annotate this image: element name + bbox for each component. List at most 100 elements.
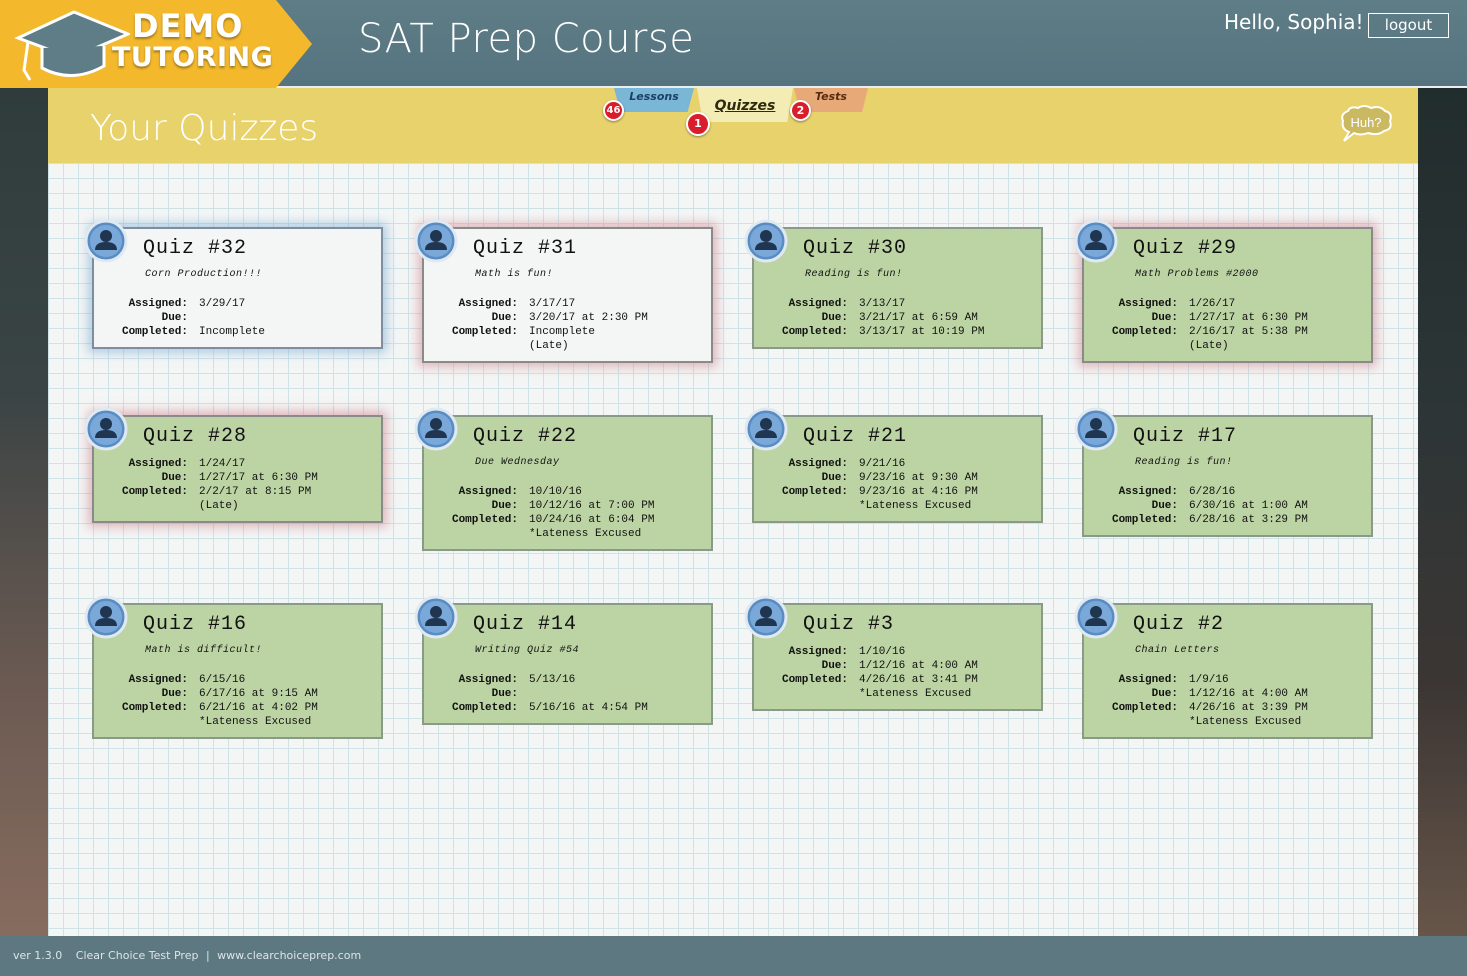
quiz-card[interactable]: Quiz #17 Reading is fun! Assigned: 6/28/1…	[1074, 407, 1373, 537]
assigned-value: 3/13/17	[859, 298, 906, 310]
due-value: 6/17/16 at 9:15 AM	[199, 688, 318, 700]
quiz-details: Assigned: 1/9/16 Due: 1/12/16 at 4:00 AM C…	[1084, 673, 1308, 729]
quiz-details: Assigned: 3/29/17 Due: Completed: Incomple…	[94, 297, 265, 339]
quiz-title: Quiz #17	[1133, 425, 1238, 448]
quiz-card[interactable]: Quiz #30 Reading is fun! Assigned: 3/13/1…	[744, 219, 1043, 349]
tab-quizzes[interactable]: Quizzes	[697, 88, 793, 122]
quiz-note: (Late)	[529, 340, 569, 352]
footer-separator: |	[205, 949, 210, 962]
quiz-card[interactable]: Quiz #22 Due Wednesday Assigned: 10/10/16…	[414, 407, 713, 551]
quiz-note: *Lateness Excused	[1189, 716, 1302, 728]
due-value: 1/27/17 at 6:30 PM	[199, 472, 318, 484]
student-avatar-icon	[84, 595, 128, 639]
student-avatar-icon	[744, 595, 788, 639]
user-greeting: Hello, Sophia!	[1224, 10, 1364, 34]
student-avatar-icon	[1074, 595, 1118, 639]
quiz-subtitle: Due Wednesday	[475, 457, 560, 468]
completed-label: Completed:	[451, 514, 518, 526]
logout-button[interactable]: logout	[1368, 13, 1449, 38]
tests-count-badge: 2	[790, 100, 811, 121]
student-avatar-icon	[84, 407, 128, 451]
quiz-title: Quiz #3	[803, 613, 895, 636]
due-value: 1/27/17 at 6:30 PM	[1189, 312, 1308, 324]
student-avatar-icon	[414, 407, 458, 451]
assigned-label: Assigned:	[1118, 486, 1178, 498]
quiz-card[interactable]: Quiz #31 Math is fun! Assigned: 3/17/17 D…	[414, 219, 713, 363]
footer-company: Clear Choice Test Prep	[75, 949, 199, 962]
assigned-label: Assigned:	[458, 674, 518, 686]
quiz-title: Quiz #2	[1133, 613, 1225, 636]
footer-website-link[interactable]: www.clearchoiceprep.com	[217, 949, 361, 962]
quiz-subtitle: Reading is fun!	[805, 269, 903, 280]
quiz-title: Quiz #28	[143, 425, 248, 448]
quiz-subtitle: Math Problems #2000	[1135, 269, 1259, 280]
quiz-card[interactable]: Quiz #2 Chain Letters Assigned: 1/9/16 Du…	[1074, 595, 1373, 739]
assigned-value: 9/21/16	[859, 458, 906, 470]
due-label: Due:	[1151, 500, 1178, 512]
completed-value: 3/13/17 at 10:19 PM	[859, 326, 985, 338]
due-label: Due:	[491, 500, 518, 512]
due-label: Due:	[1151, 688, 1178, 700]
assigned-label: Assigned:	[1118, 674, 1178, 686]
completed-label: Completed:	[121, 702, 188, 714]
quiz-subtitle: Writing Quiz #54	[475, 645, 580, 656]
quiz-title: Quiz #29	[1133, 237, 1238, 260]
quiz-card[interactable]: Quiz #32 Corn Production!!! Assigned: 3/2…	[84, 219, 383, 349]
quiz-subtitle: Reading is fun!	[1135, 457, 1233, 468]
background-right	[1418, 0, 1467, 976]
quiz-card[interactable]: Quiz #21 Assigned: 9/21/16 Due: 9/23/16 at…	[744, 407, 1043, 523]
quiz-card[interactable]: Quiz #29 Math Problems #2000 Assigned: 1/…	[1074, 219, 1373, 363]
assigned-value: 1/9/16	[1189, 674, 1229, 686]
completed-label: Completed:	[781, 486, 848, 498]
quiz-note: (Late)	[1189, 340, 1229, 352]
quiz-title: Quiz #31	[473, 237, 578, 260]
completed-label: Completed:	[781, 674, 848, 686]
assigned-label: Assigned:	[788, 458, 848, 470]
assigned-label: Assigned:	[128, 674, 188, 686]
quiz-title: Quiz #30	[803, 237, 908, 260]
quiz-details: Assigned: 1/24/17 Due: 1/27/17 at 6:30 PM …	[94, 457, 318, 513]
due-value: 6/30/16 at 1:00 AM	[1189, 500, 1308, 512]
quiz-card[interactable]: Quiz #14 Writing Quiz #54 Assigned: 5/13/…	[414, 595, 713, 725]
due-value: 3/21/17 at 6:59 AM	[859, 312, 978, 324]
completed-label: Completed:	[1111, 514, 1178, 526]
quiz-card[interactable]: Quiz #3 Assigned: 1/10/16 Due: 1/12/16 at …	[744, 595, 1043, 711]
logo-wordmark: DEMO TUTORING	[112, 10, 273, 74]
logo-line2: TUTORING	[112, 42, 274, 73]
completed-value: Incomplete	[529, 326, 596, 338]
lessons-count-badge: 46	[603, 100, 624, 121]
completed-value: 10/24/16 at 6:04 PM	[529, 514, 655, 526]
due-label: Due:	[821, 312, 848, 324]
brand-logo[interactable]: DEMO TUTORING	[0, 0, 312, 88]
assigned-label: Assigned:	[788, 646, 848, 658]
completed-value: 9/23/16 at 4:16 PM	[859, 486, 978, 498]
due-label: Due:	[161, 688, 188, 700]
assigned-value: 1/10/16	[859, 646, 906, 658]
quiz-subtitle: Math is fun!	[475, 269, 554, 280]
quiz-card[interactable]: Quiz #28 Assigned: 1/24/17 Due: 1/27/17 at…	[84, 407, 383, 523]
due-label: Due:	[161, 312, 188, 324]
tab-lessons[interactable]: Lessons	[614, 88, 694, 112]
completed-label: Completed:	[451, 702, 518, 714]
background-left	[0, 0, 48, 976]
quiz-card[interactable]: Quiz #16 Math is difficult! Assigned: 6/1…	[84, 595, 383, 739]
quiz-note: *Lateness Excused	[529, 528, 642, 540]
quiz-details: Assigned: 10/10/16 Due: 10/12/16 at 7:00 P…	[424, 485, 654, 541]
assigned-value: 3/29/17	[199, 298, 246, 310]
completed-value: 5/16/16 at 4:54 PM	[529, 702, 648, 714]
completed-value: 2/16/17 at 5:38 PM	[1189, 326, 1308, 338]
quiz-details: Assigned: 1/26/17 Due: 1/27/17 at 6:30 PM …	[1084, 297, 1308, 353]
quiz-note: (Late)	[199, 500, 239, 512]
quiz-note: *Lateness Excused	[199, 716, 312, 728]
completed-value: 6/21/16 at 4:02 PM	[199, 702, 318, 714]
quiz-details: Assigned: 6/28/16 Due: 6/30/16 at 1:00 AM …	[1084, 485, 1308, 527]
help-label: Huh?	[1350, 115, 1381, 130]
quiz-note: *Lateness Excused	[859, 688, 972, 700]
due-value: 3/20/17 at 2:30 PM	[529, 312, 648, 324]
app-header: DEMO TUTORING SAT Prep Course Hello, Sop…	[0, 0, 1467, 88]
quiz-details: Assigned: 5/13/16 Due: Completed: 5/16/16 …	[424, 673, 648, 715]
completed-label: Completed:	[781, 326, 848, 338]
help-button[interactable]: Huh?	[1340, 105, 1393, 143]
course-title: SAT Prep Course	[358, 16, 695, 62]
student-avatar-icon	[84, 219, 128, 263]
